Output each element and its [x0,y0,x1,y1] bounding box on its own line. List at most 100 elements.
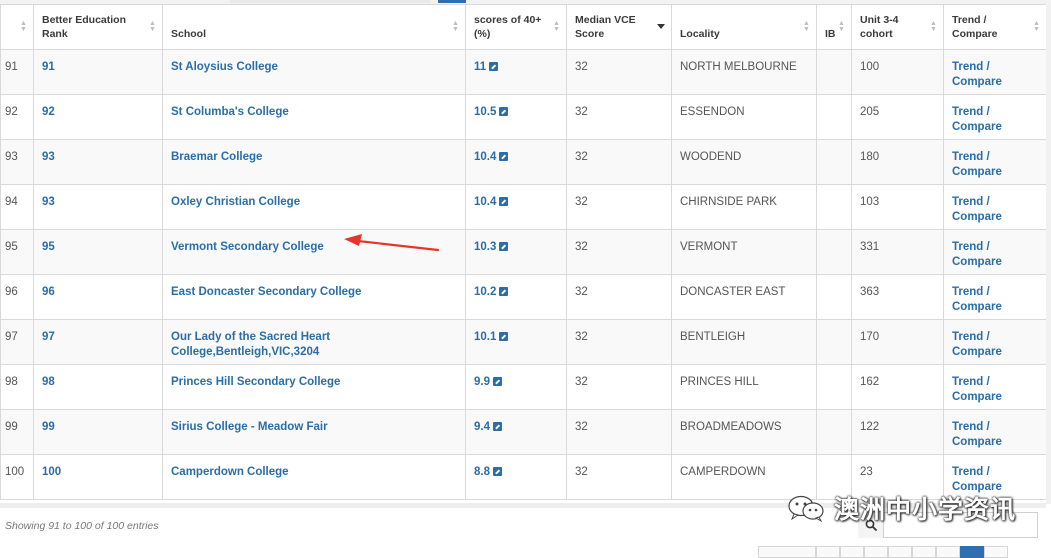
external-link-icon[interactable] [499,197,509,206]
rank-link[interactable]: 97 [42,331,55,343]
trend-compare-link[interactable]: Trend / Compare [952,421,1002,448]
cell-median: 32 [566,184,672,230]
score-link[interactable]: 10.3 [474,241,496,253]
school-link[interactable]: St Columba's College [171,106,289,118]
external-link-icon[interactable] [499,242,509,251]
cell-trend: Trend / Compare [943,409,1047,455]
pagination-page[interactable] [936,546,960,558]
cell-score: 10.1 [465,319,567,365]
cell-school: St Aloysius College [162,49,466,95]
trend-compare-link[interactable]: Trend / Compare [952,286,1002,313]
school-link[interactable]: Vermont Secondary College [171,241,324,253]
pagination-next[interactable] [984,546,1008,558]
score-link[interactable]: 10.4 [474,196,496,208]
rank-link[interactable]: 95 [42,241,55,253]
cell-locality: ESSENDON [671,94,817,140]
trend-compare-link[interactable]: Trend / Compare [952,241,1002,268]
cell-ib [816,49,852,95]
watermark: 澳洲中小学资讯 [786,491,1016,525]
pagination-page[interactable] [864,546,888,558]
column-header-rank[interactable]: Better Education Rank ▲ ▼ [33,4,163,50]
top-control-active[interactable] [438,0,466,3]
score-link[interactable]: 9.4 [474,421,490,433]
trend-compare-link[interactable]: Trend / Compare [952,376,1002,403]
column-header-rownum[interactable]: ▲ ▼ [0,4,34,50]
pagination-page[interactable] [912,546,936,558]
cell-rank: 98 [33,364,163,410]
column-header-ib[interactable]: IB ▲ ▼ [816,4,852,50]
cell-rownum: 93 [0,139,34,185]
column-header-score[interactable]: scores of 40+ (%) ▲ ▼ [465,4,567,50]
external-link-icon[interactable] [499,107,509,116]
table-row: 91 91 St Aloysius College 11 32 NORTH MELBOUR… [0,49,1047,95]
column-header-label: Locality [680,28,720,40]
cell-school: Vermont Secondary College [162,229,466,275]
pagination-page[interactable] [816,546,840,558]
score-link[interactable]: 10.5 [474,106,496,118]
score-link[interactable]: 10.4 [474,151,496,163]
trend-compare-link[interactable]: Trend / Compare [952,331,1002,358]
school-link[interactable]: Oxley Christian College [171,196,300,208]
vertical-scrollbar[interactable] [1046,4,1051,504]
cell-rownum: 94 [0,184,34,230]
cell-score: 10.4 [465,139,567,185]
column-header-label: Median VCE Score [575,14,636,40]
sort-both-icon: ▲ ▼ [930,20,937,33]
rank-link[interactable]: 99 [42,421,55,433]
trend-compare-link[interactable]: Trend / Compare [952,61,1002,88]
cell-rank: 93 [33,184,163,230]
school-link[interactable]: Princes Hill Secondary College [171,376,340,388]
cell-rank: 91 [33,49,163,95]
score-link[interactable]: 10.2 [474,286,496,298]
score-link[interactable]: 8.8 [474,466,490,478]
school-link[interactable]: East Doncaster Secondary College [171,286,361,298]
rank-link[interactable]: 93 [42,151,55,163]
school-link[interactable]: Camperdown College [171,466,289,478]
cell-rank: 99 [33,409,163,455]
pagination-page-active[interactable] [960,546,984,558]
pagination-page[interactable] [888,546,912,558]
trend-compare-link[interactable]: Trend / Compare [952,196,1002,223]
external-link-icon[interactable] [489,62,499,71]
table-row: 93 93 Braemar College 10.4 32 WOODEND 180 Trend… [0,139,1047,185]
school-link[interactable]: Sirius College - Meadow Fair [171,421,328,433]
external-link-icon[interactable] [499,152,509,161]
pagination-previous[interactable] [758,546,816,558]
column-header-median[interactable]: Median VCE Score [566,4,672,50]
school-link[interactable]: St Aloysius College [171,61,278,73]
rank-link[interactable]: 92 [42,106,55,118]
cell-rank: 95 [33,229,163,275]
trend-compare-link[interactable]: Trend / Compare [952,151,1002,178]
column-header-trend[interactable]: Trend / Compare ▲ ▼ [943,4,1047,50]
column-header-school[interactable]: School ▲ ▼ [162,4,466,50]
external-link-icon[interactable] [493,467,502,476]
top-control[interactable] [230,0,430,3]
external-link-icon[interactable] [499,287,509,296]
cell-cohort: 363 [851,274,944,320]
rank-link[interactable]: 93 [42,196,55,208]
score-link[interactable]: 11 [474,61,486,73]
cell-locality: VERMONT [671,229,817,275]
rank-link[interactable]: 100 [42,466,61,478]
school-link[interactable]: Our Lady of the Sacred Heart College,Ben… [171,331,330,358]
cell-ib [816,274,852,320]
cell-ib [816,364,852,410]
pagination-page[interactable] [840,546,864,558]
column-header-locality[interactable]: Locality ▲ ▼ [671,4,817,50]
trend-compare-link[interactable]: Trend / Compare [952,466,1002,493]
cell-school: Braemar College [162,139,466,185]
trend-compare-link[interactable]: Trend / Compare [952,106,1002,133]
external-link-icon[interactable] [493,422,502,431]
rank-link[interactable]: 91 [42,61,55,73]
external-link-icon[interactable] [493,377,502,386]
rank-link[interactable]: 98 [42,376,55,388]
external-link-icon[interactable] [499,332,509,341]
school-link[interactable]: Braemar College [171,151,262,163]
score-link[interactable]: 9.9 [474,376,490,388]
cell-trend: Trend / Compare [943,319,1047,365]
column-header-cohort[interactable]: Unit 3-4 cohort ▲ ▼ [851,4,944,50]
cell-score: 9.9 [465,364,567,410]
rank-link[interactable]: 96 [42,286,55,298]
cell-median: 32 [566,319,672,365]
score-link[interactable]: 10.1 [474,331,496,343]
